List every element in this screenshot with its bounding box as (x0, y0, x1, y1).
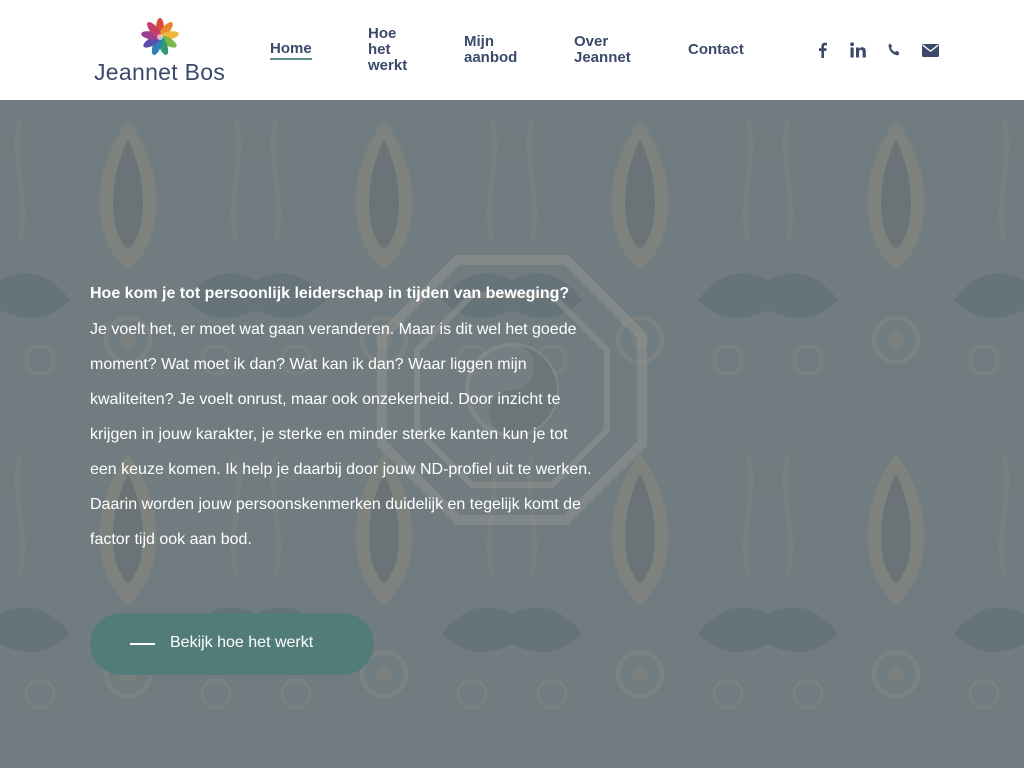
nav-contact[interactable]: Contact (688, 42, 744, 58)
hero-subtitle: Hoe kom je tot persoonlijk leiderschap i… (90, 285, 570, 302)
hero-body-line: krijgen in jouw karakter, je sterke en m… (90, 426, 568, 443)
facebook-icon[interactable] (812, 40, 832, 60)
hero-heading-partial (92, 220, 292, 260)
hero-body-line: moment? Wat moet ik dan? Wat kan ik dan?… (90, 356, 527, 373)
nav-hoe-het-werkt[interactable]: Hoe het werkt (368, 26, 407, 74)
hero-body-line: een keuze komen. Ik help je daarbij door… (90, 461, 592, 478)
nav-line: Mijn (464, 33, 494, 50)
nav-over-jeannet[interactable]: Over Jeannet (574, 34, 631, 66)
nav-line: werkt (368, 57, 408, 74)
email-icon[interactable] (920, 40, 940, 60)
brand-name: Jeannet Bos (94, 59, 226, 85)
phone-icon[interactable] (884, 40, 904, 60)
cta-label: Bekijk hoe het werkt (170, 634, 314, 651)
nav-mijn-aanbod[interactable]: Mijn aanbod (464, 34, 517, 66)
hero-section: Hoe kom je tot persoonlijk leiderschap i… (0, 100, 1024, 768)
hero-body-line: factor tijd ook aan bod. (90, 531, 252, 548)
hero-heading-glyphs (92, 248, 105, 260)
flower-logo-icon (141, 18, 179, 55)
site-header: Jeannet Bos Home Hoe het werkt Mijn aanb… (0, 0, 1024, 100)
hero-body-line: kwaliteiten? Je voelt onrust, maar ook o… (90, 391, 561, 408)
hero-body: Je voelt het, er moet wat gaan verandere… (90, 312, 638, 557)
linkedin-icon[interactable] (848, 40, 868, 60)
nav-line: Over (574, 33, 609, 50)
cta-button[interactable]: Bekijk hoe het werkt (90, 613, 374, 675)
cta-line-icon (130, 643, 155, 645)
nav-line: aanbod (464, 49, 518, 66)
nav-line: Hoe (368, 25, 397, 42)
site-logo[interactable]: Jeannet Bos (92, 14, 226, 86)
nav-line: het (368, 41, 391, 58)
hero-body-line: Daarin worden jouw persoonskenmerken dui… (90, 496, 581, 513)
nav-line: Jeannet (574, 49, 631, 66)
nav-home[interactable]: Home (270, 41, 312, 60)
hero-body-line: Je voelt het, er moet wat gaan verandere… (90, 321, 577, 338)
